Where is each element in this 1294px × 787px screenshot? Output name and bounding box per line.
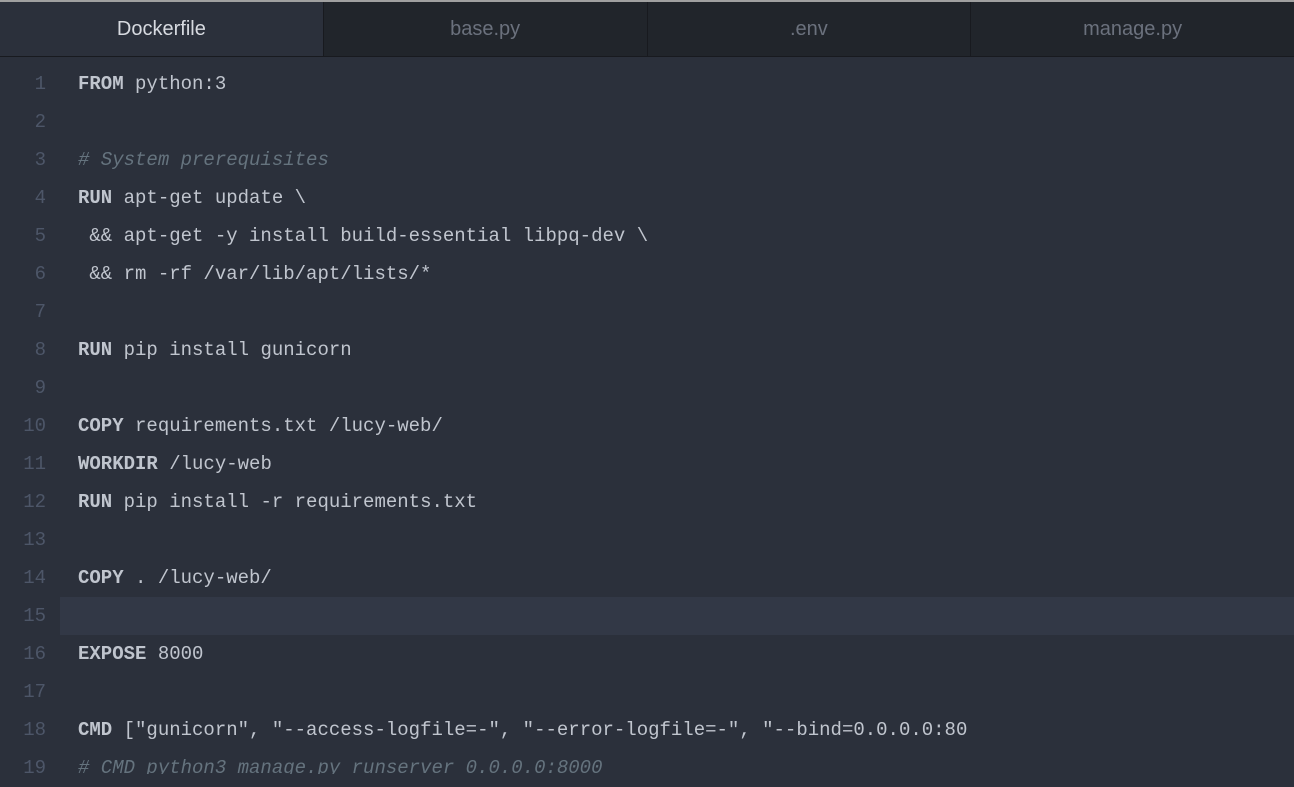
line-number: 8 [0, 331, 60, 369]
line-number: 11 [0, 445, 60, 483]
code-line: EXPOSE 8000 [78, 635, 1294, 673]
code-text: && rm -rf /var/lib/apt/lists/* [78, 263, 431, 285]
dockerfile-keyword: RUN [78, 491, 112, 513]
line-number: 7 [0, 293, 60, 331]
code-line-empty [78, 369, 1294, 407]
code-line-empty [78, 673, 1294, 711]
tab-manage-py[interactable]: manage.py [971, 2, 1294, 56]
code-text: requirements.txt /lucy-web/ [124, 415, 443, 437]
code-line: RUN pip install -r requirements.txt [78, 483, 1294, 521]
code-text: && apt-get -y install build-essential li… [78, 225, 648, 247]
code-line-empty [78, 293, 1294, 331]
line-number: 9 [0, 369, 60, 407]
code-line: && apt-get -y install build-essential li… [78, 217, 1294, 255]
line-number: 16 [0, 635, 60, 673]
line-gutter: 1 2 3 4 5 6 7 8 9 10 11 12 13 14 15 16 1… [0, 57, 60, 774]
dockerfile-keyword: FROM [78, 73, 124, 95]
line-number: 6 [0, 255, 60, 293]
code-text: ["gunicorn", "--access-logfile=-", "--er… [112, 719, 967, 741]
code-line: WORKDIR /lucy-web [78, 445, 1294, 483]
code-text: pip install -r requirements.txt [112, 491, 477, 513]
dockerfile-keyword: EXPOSE [78, 643, 146, 665]
line-number: 2 [0, 103, 60, 141]
dockerfile-keyword: WORKDIR [78, 453, 158, 475]
dockerfile-keyword: COPY [78, 567, 124, 589]
line-number: 1 [0, 65, 60, 103]
tab-base-py[interactable]: base.py [324, 2, 648, 56]
line-number: 4 [0, 179, 60, 217]
line-number: 18 [0, 711, 60, 749]
code-line: && rm -rf /var/lib/apt/lists/* [78, 255, 1294, 293]
line-number: 5 [0, 217, 60, 255]
line-number: 14 [0, 559, 60, 597]
dockerfile-keyword: CMD [78, 719, 112, 741]
editor[interactable]: 1 2 3 4 5 6 7 8 9 10 11 12 13 14 15 16 1… [0, 57, 1294, 774]
dockerfile-keyword: RUN [78, 339, 112, 361]
line-number: 3 [0, 141, 60, 179]
line-number: 19 [0, 749, 60, 787]
code-line: COPY . /lucy-web/ [78, 559, 1294, 597]
line-number: 17 [0, 673, 60, 711]
code-line: # System prerequisites [78, 141, 1294, 179]
code-text: pip install gunicorn [112, 339, 351, 361]
code-text: apt-get update \ [112, 187, 306, 209]
code-line-current [60, 597, 1294, 635]
code-line: COPY requirements.txt /lucy-web/ [78, 407, 1294, 445]
code-text: 8000 [146, 643, 203, 665]
line-number: 15 [0, 597, 60, 635]
line-number: 10 [0, 407, 60, 445]
code-line-empty [78, 521, 1294, 559]
code-text: /lucy-web [158, 453, 272, 475]
code-area[interactable]: FROM python:3 # System prerequisites RUN… [60, 57, 1294, 774]
dockerfile-keyword: RUN [78, 187, 112, 209]
code-line: FROM python:3 [78, 65, 1294, 103]
code-line-empty [78, 103, 1294, 141]
code-line: CMD ["gunicorn", "--access-logfile=-", "… [78, 711, 1294, 749]
tab-bar: Dockerfile base.py .env manage.py [0, 2, 1294, 57]
code-line: # CMD python3 manage.py runserver 0.0.0.… [78, 749, 1294, 774]
tab-dockerfile[interactable]: Dockerfile [0, 2, 324, 56]
code-text: . /lucy-web/ [124, 567, 272, 589]
code-line: RUN apt-get update \ [78, 179, 1294, 217]
line-number: 13 [0, 521, 60, 559]
code-line: RUN pip install gunicorn [78, 331, 1294, 369]
code-text: python:3 [124, 73, 227, 95]
comment: # CMD python3 manage.py runserver 0.0.0.… [78, 757, 603, 774]
tab-env[interactable]: .env [648, 2, 972, 56]
dockerfile-keyword: COPY [78, 415, 124, 437]
line-number: 12 [0, 483, 60, 521]
comment: # System prerequisites [78, 149, 329, 171]
